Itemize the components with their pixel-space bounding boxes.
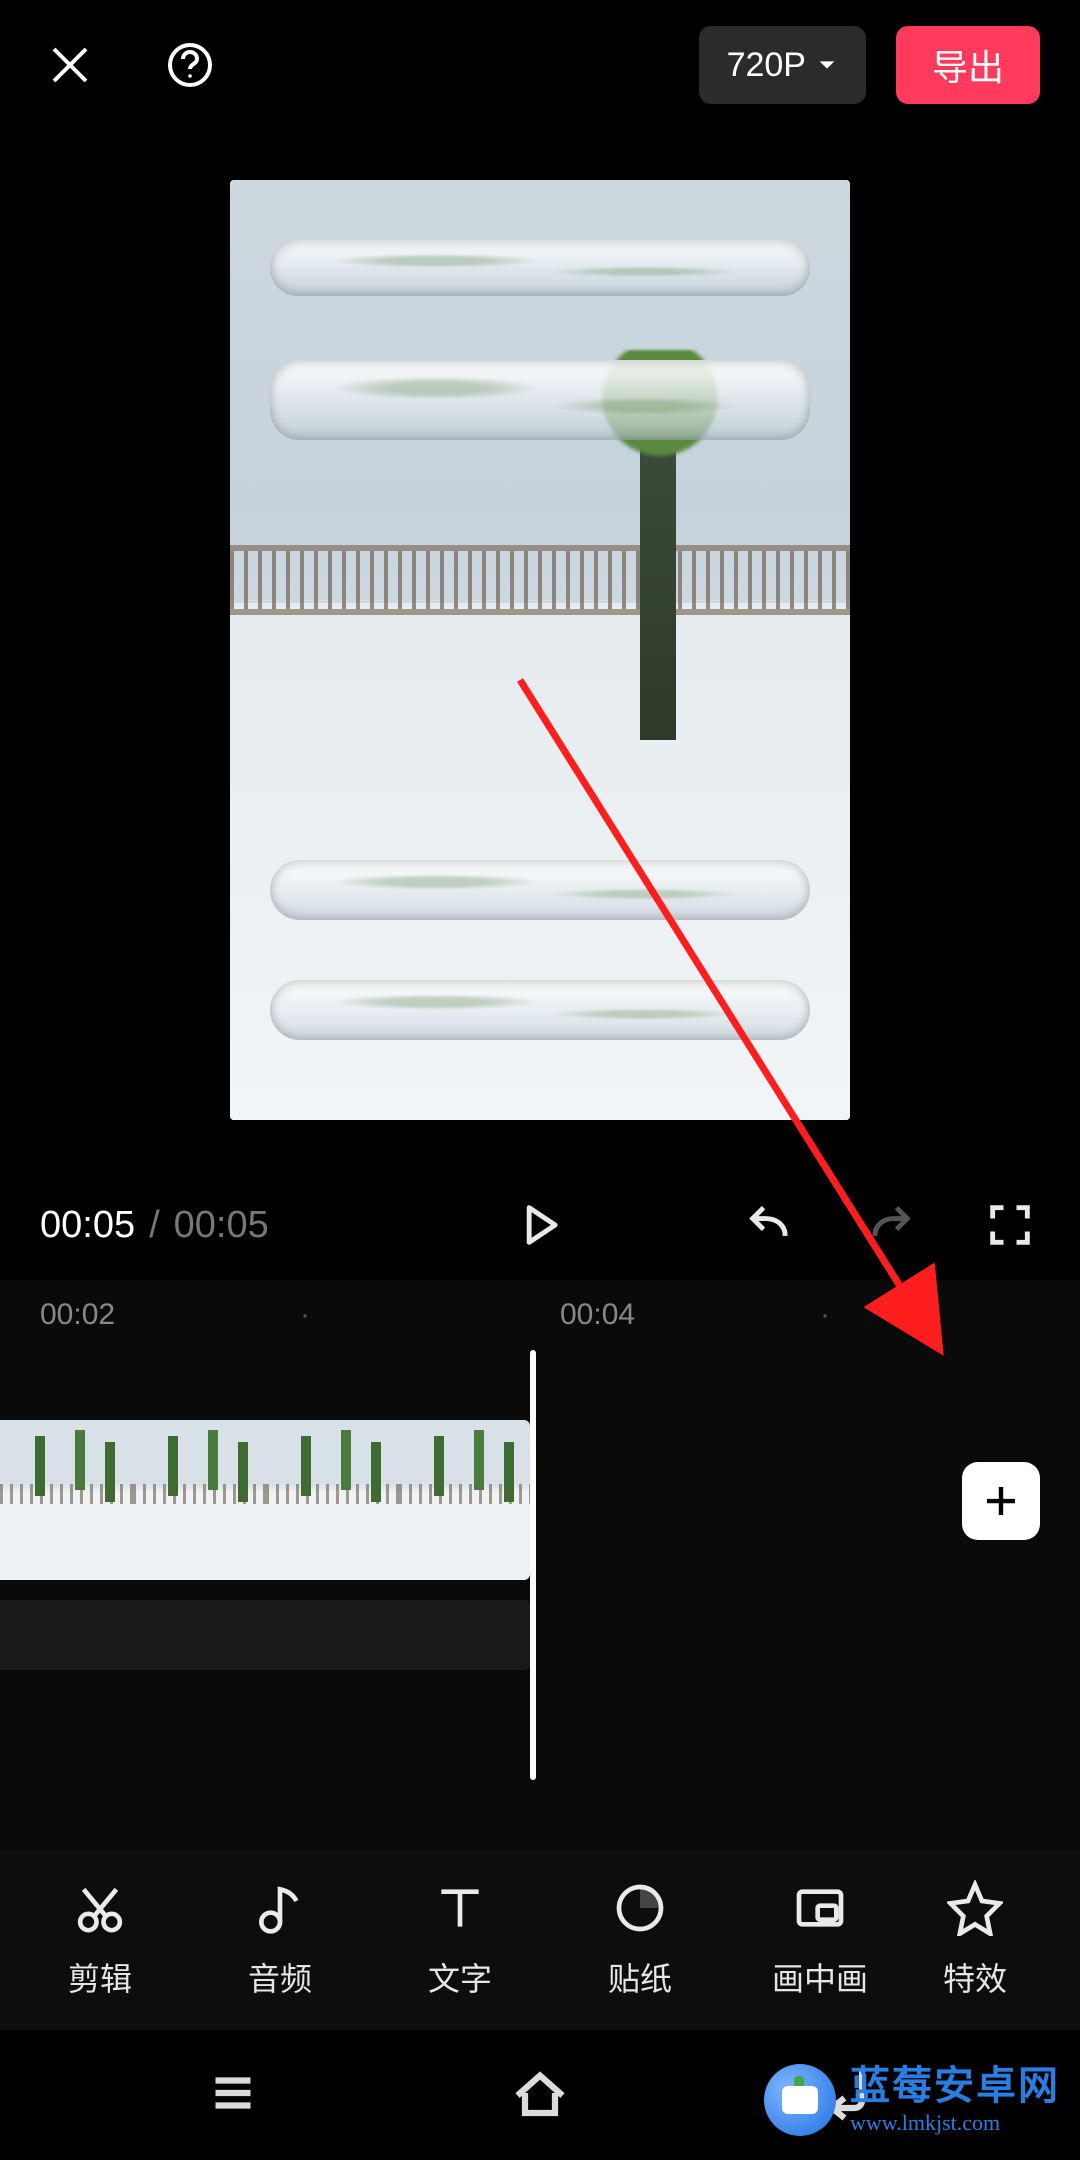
play-button[interactable]: [510, 1195, 570, 1255]
resolution-label: 720P: [727, 46, 806, 85]
ruler-tick-label: 00:02: [40, 1298, 300, 1332]
close-icon: [46, 41, 94, 89]
resolution-dropdown[interactable]: 720P: [699, 26, 866, 104]
tool-audio[interactable]: 音频: [190, 1880, 370, 2000]
sticker-icon: [612, 1880, 668, 1936]
time-separator: /: [149, 1204, 160, 1247]
tool-label: 文字: [428, 1954, 492, 2000]
tool-edit[interactable]: 剪辑: [10, 1880, 190, 2000]
fullscreen-button[interactable]: [980, 1195, 1040, 1255]
export-label: 导出: [932, 39, 1004, 91]
ruler-tick-dot: ·: [300, 1298, 560, 1332]
playhead[interactable]: [530, 1350, 536, 1780]
time-display: 00:05 / 00:05: [40, 1204, 269, 1247]
tool-label: 特效: [943, 1954, 1007, 2000]
nav-home-button[interactable]: [510, 2063, 570, 2128]
tool-label: 贴纸: [608, 1954, 672, 2000]
playback-controls: 00:05 / 00:05: [0, 1170, 1080, 1280]
undo-icon: [744, 1199, 796, 1251]
track-area[interactable]: [0, 1350, 1080, 1780]
video-preview[interactable]: [230, 180, 850, 1120]
tool-label: 音频: [248, 1954, 312, 2000]
redo-button[interactable]: [860, 1195, 920, 1255]
tool-label: 剪辑: [68, 1954, 132, 2000]
watermark-url: www.lmkjst.com: [850, 2112, 1060, 2134]
watermark-logo-icon: [764, 2064, 836, 2136]
scissors-icon: [72, 1880, 128, 1936]
timeline-ruler: 00:02 · 00:04 ·: [0, 1280, 1080, 1350]
home-icon: [510, 2063, 570, 2123]
chevron-down-icon: [816, 54, 838, 76]
total-time: 00:05: [174, 1204, 269, 1247]
export-button[interactable]: 导出: [896, 26, 1040, 104]
nav-menu-button[interactable]: [203, 2063, 263, 2128]
tool-text[interactable]: 文字: [370, 1880, 550, 2000]
tool-sticker[interactable]: 贴纸: [550, 1880, 730, 2000]
preview-area: [0, 130, 1080, 1170]
undo-button[interactable]: [740, 1195, 800, 1255]
ruler-tick-dot: ·: [820, 1298, 1080, 1332]
tool-label: 画中画: [772, 1954, 868, 2000]
video-clip[interactable]: [0, 1420, 530, 1580]
ruler-tick-label: 00:04: [560, 1298, 820, 1332]
editor-header: 720P 导出: [0, 0, 1080, 130]
help-icon: [166, 41, 214, 89]
close-button[interactable]: [40, 35, 100, 95]
music-note-icon: [252, 1880, 308, 1936]
current-time: 00:05: [40, 1204, 135, 1247]
help-button[interactable]: [160, 35, 220, 95]
fullscreen-icon: [984, 1199, 1036, 1251]
bottom-toolbar: 剪辑 音频 文字 贴纸 画中画 特效: [0, 1850, 1080, 2030]
menu-icon: [203, 2063, 263, 2123]
pip-icon: [792, 1880, 848, 1936]
audio-track[interactable]: [0, 1600, 530, 1670]
add-clip-button[interactable]: [962, 1462, 1040, 1540]
plus-icon: [980, 1480, 1022, 1522]
watermark: 蓝莓安卓网 www.lmkjst.com: [764, 2064, 1060, 2136]
play-icon: [514, 1199, 566, 1251]
text-icon: [432, 1880, 488, 1936]
redo-icon: [864, 1199, 916, 1251]
tool-effects[interactable]: 特效: [910, 1880, 1040, 2000]
star-icon: [947, 1880, 1003, 1936]
watermark-title: 蓝莓安卓网: [850, 2066, 1060, 2106]
tool-pip[interactable]: 画中画: [730, 1880, 910, 2000]
